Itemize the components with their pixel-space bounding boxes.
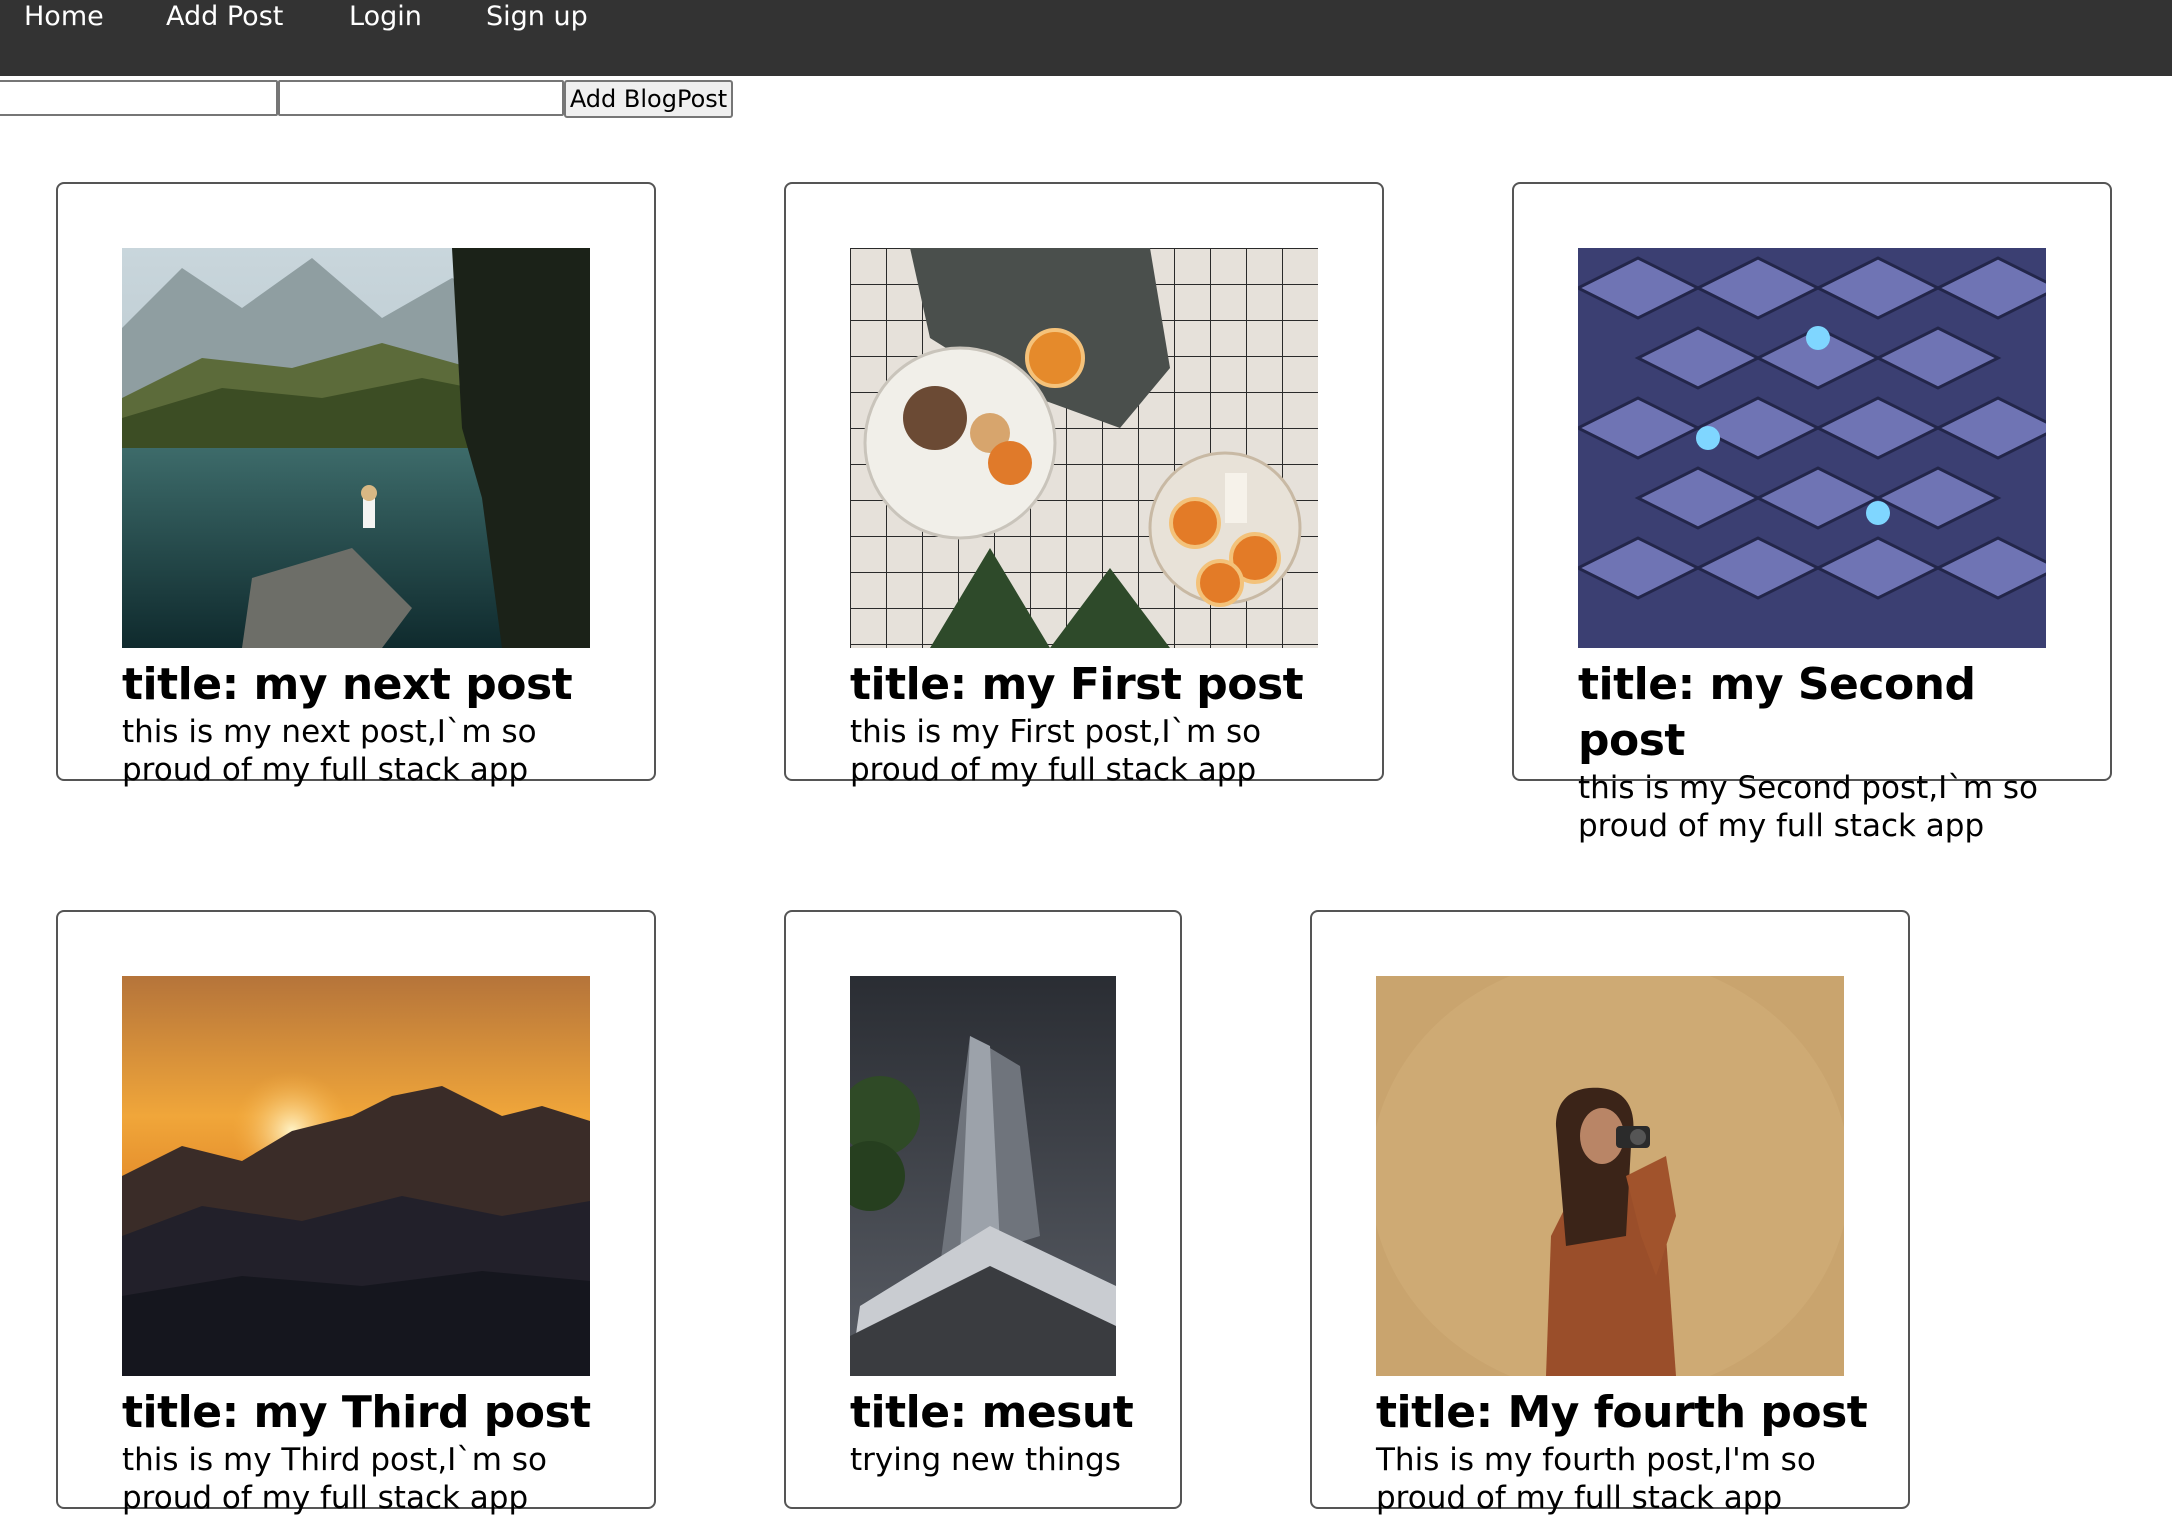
post-image-table — [850, 248, 1318, 648]
post-body: this is my Third post,I`m so proud of my… — [122, 1442, 547, 1516]
post-image-woman-camera — [1376, 976, 1844, 1376]
post-body: this is my Second post,I`m so proud of m… — [1578, 770, 2038, 844]
add-blogpost-button[interactable]: Add BlogPost — [564, 80, 733, 118]
post-title: title: my Third post — [122, 1387, 591, 1438]
post-title: title: my First post — [850, 659, 1304, 710]
nav-signup-link[interactable]: Sign up — [486, 0, 588, 34]
post-title: title: my next post — [122, 659, 573, 710]
post-image-skyscraper — [850, 976, 1116, 1376]
nav-add-post-link[interactable]: Add Post — [166, 0, 283, 34]
post-body: this is my next post,I`m so proud of my … — [122, 714, 537, 788]
post-image-lake — [122, 248, 590, 648]
post-title: title: My fourth post — [1376, 1387, 1868, 1438]
post-image-office — [1578, 248, 2046, 648]
post-body: trying new things — [850, 1442, 1121, 1478]
post-body-input[interactable] — [278, 80, 564, 116]
post-title: title: my Second post — [1578, 659, 1976, 766]
post-body: this is my First post,I`m so proud of my… — [850, 714, 1262, 788]
nav-login-link[interactable]: Login — [349, 0, 422, 34]
post-title: title: mesut — [850, 1387, 1134, 1438]
post-image-sunset — [122, 976, 590, 1376]
navbar: Home Add Post Login Sign up — [0, 0, 2172, 76]
post-title-input[interactable] — [0, 80, 278, 116]
post-body: This is my fourth post,I'm so proud of m… — [1376, 1442, 1816, 1516]
nav-home-link[interactable]: Home — [24, 0, 104, 34]
